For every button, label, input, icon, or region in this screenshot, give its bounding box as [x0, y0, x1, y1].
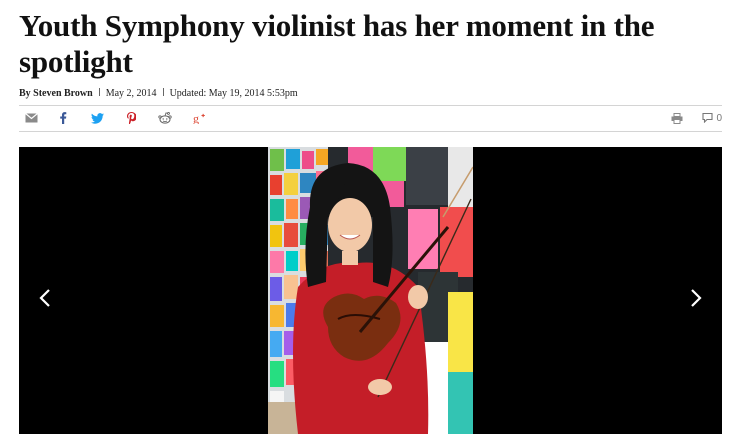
gallery-prev-button[interactable]: [35, 285, 55, 311]
comment-count[interactable]: 0: [702, 111, 722, 125]
article-headline: Youth Symphony violinist has her moment …: [19, 8, 655, 79]
byline-updated: Updated: May 19, 2014 5:53pm: [169, 88, 298, 99]
byline-divider: [98, 88, 100, 96]
svg-text:g: g: [193, 112, 199, 124]
share-bar: g 0: [19, 105, 722, 132]
byline: By Steven Brown May 2, 2014 Updated: May 1…: [19, 87, 298, 101]
photo-gallery: [19, 147, 722, 434]
chevron-left-icon: [39, 289, 50, 307]
twitter-icon[interactable]: [89, 111, 105, 125]
gallery-photo: [268, 147, 473, 434]
chevron-right-icon: [691, 289, 702, 307]
byline-date: May 2, 2014: [105, 88, 157, 99]
pinterest-icon[interactable]: [123, 111, 139, 125]
violinist-photo: [268, 147, 473, 434]
print-icon[interactable]: [669, 111, 685, 125]
email-icon[interactable]: [23, 111, 39, 125]
facebook-icon[interactable]: [55, 111, 71, 125]
byline-divider: [162, 88, 164, 96]
gallery-next-button[interactable]: [686, 285, 706, 311]
reddit-icon[interactable]: [157, 111, 173, 125]
byline-author[interactable]: By Steven Brown: [19, 88, 93, 99]
comment-count-value: 0: [716, 112, 722, 124]
comment-icon: [702, 113, 713, 123]
google-plus-icon[interactable]: g: [191, 111, 207, 125]
